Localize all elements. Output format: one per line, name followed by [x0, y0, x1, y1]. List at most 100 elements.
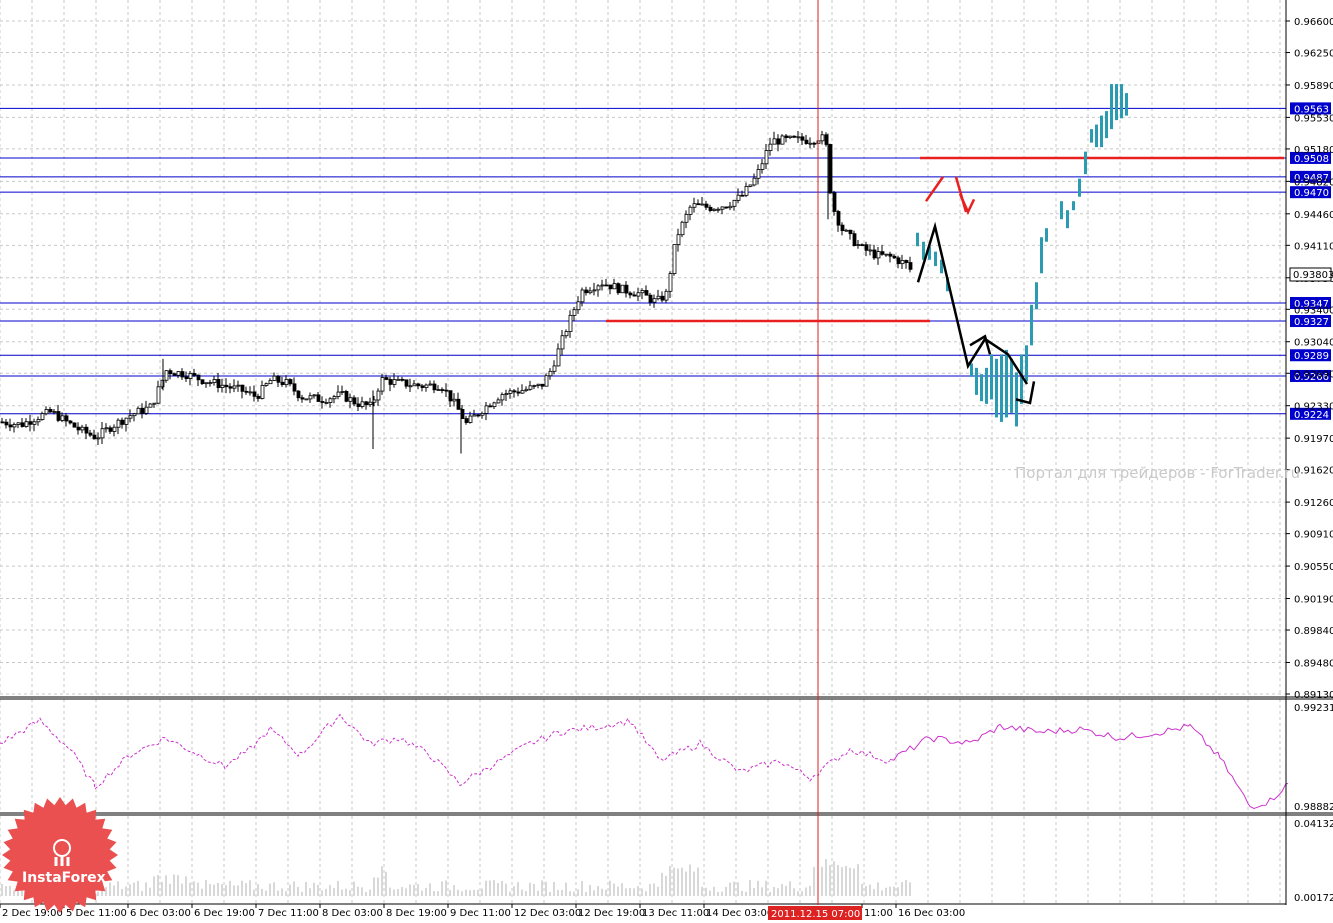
candle-body [520, 390, 525, 394]
candle-body [8, 424, 13, 428]
candle-body [312, 394, 317, 397]
candle-body [52, 411, 57, 413]
candle-body [300, 397, 305, 400]
volume-tick-label: 0.04132 [1294, 819, 1333, 830]
y-tick-label: 0.96250 [1294, 49, 1333, 60]
candle-body [96, 437, 101, 440]
candle-body [540, 383, 545, 387]
candle-body [720, 206, 725, 210]
forecast-bar [1078, 178, 1081, 197]
x-tick-label: 2 Dec 19:00 [2, 908, 63, 919]
candle-body [192, 373, 197, 376]
candle-body [304, 398, 309, 401]
y-tick-label: 0.96600 [1294, 17, 1333, 28]
level-label: 0.9327 [1294, 317, 1329, 328]
candle-body [40, 413, 45, 420]
x-tick-label: 9 Dec 11:00 [450, 908, 511, 919]
candle-body [852, 233, 857, 247]
candle-body [684, 213, 689, 223]
candle-body [68, 420, 73, 424]
candle-body [132, 413, 137, 417]
candle-body [796, 136, 801, 139]
candle-body [208, 382, 213, 384]
candle-body [216, 379, 221, 388]
forecast-bar [980, 374, 983, 402]
candle-body [704, 203, 709, 208]
candle-body [476, 414, 481, 417]
candle-body [712, 208, 717, 211]
candle-body [416, 383, 421, 387]
forecast-bar [1110, 84, 1113, 130]
candle-body [252, 391, 257, 397]
x-tick-label: 16 Dec 03:00 [898, 908, 965, 919]
candle-body [840, 224, 845, 231]
candle-body [492, 402, 497, 408]
candle-body [752, 177, 757, 186]
candle-body [352, 397, 357, 405]
candle-body [12, 424, 17, 428]
y-tick-label: 0.95530 [1294, 113, 1333, 124]
candle-body [788, 135, 793, 138]
candle-body [708, 206, 713, 211]
candle-body [884, 253, 889, 256]
candle-body [120, 419, 125, 425]
forecast-bar [1125, 93, 1128, 116]
forecast-bar [1105, 111, 1108, 139]
candle-body [236, 384, 241, 387]
x-tick-label: 13 Dec 11:00 [642, 908, 709, 919]
candle-body [76, 426, 81, 431]
candle-body [368, 401, 373, 406]
candle-body [856, 244, 861, 247]
volume-tick-label: 0.00172 [1294, 893, 1333, 904]
forecast-bar [1045, 228, 1048, 242]
candle-body [48, 409, 53, 413]
osc-tick-label: 0.98882 [1294, 802, 1333, 813]
candle-body [348, 397, 353, 402]
candle-body [116, 419, 121, 428]
candle-body [568, 314, 573, 332]
candle-body [900, 260, 905, 265]
y-tick-label: 0.89840 [1294, 626, 1333, 637]
y-tick-label: 0.90550 [1294, 562, 1333, 573]
candle-body [152, 402, 157, 405]
candle-body [808, 142, 813, 145]
x-tick-label: 7 Dec 11:00 [258, 908, 319, 919]
candle-body [32, 421, 37, 425]
candle-body [204, 382, 209, 385]
candle-body [600, 284, 605, 287]
candle-body [156, 386, 161, 404]
candle-body [648, 294, 653, 303]
candle-body [88, 432, 93, 436]
candle-body [108, 427, 113, 432]
candle-body [680, 221, 685, 236]
candle-body [356, 403, 361, 407]
candle-body [772, 138, 777, 145]
candle-body [232, 385, 237, 389]
x-tick-label: 6 Dec 19:00 [194, 908, 255, 919]
candle-body [56, 411, 61, 421]
candle-body [888, 253, 893, 257]
candle-body [100, 428, 105, 439]
forecast-bar [1040, 237, 1043, 274]
candle-body [868, 249, 873, 252]
candle-body [336, 391, 341, 397]
candle-body [168, 370, 173, 375]
candle-body [792, 135, 797, 138]
candle-body [124, 417, 129, 425]
forecast-bar [1035, 282, 1038, 310]
candle-body [456, 398, 461, 410]
y-tick-label: 0.93040 [1294, 338, 1333, 349]
candle-body [468, 415, 473, 423]
candle-body [692, 203, 697, 208]
candle-body [276, 375, 281, 383]
level-label: 0.9470 [1294, 188, 1329, 199]
candle-body [528, 385, 533, 390]
candle-body [388, 379, 393, 385]
forecast-bar [970, 363, 973, 377]
candle-body [408, 385, 413, 388]
candle-body [820, 134, 825, 142]
y-tick-label: 0.95180 [1294, 145, 1333, 156]
forecast-bar [1060, 201, 1063, 220]
candle-body [64, 415, 69, 422]
y-tick-label: 0.90910 [1294, 530, 1333, 541]
